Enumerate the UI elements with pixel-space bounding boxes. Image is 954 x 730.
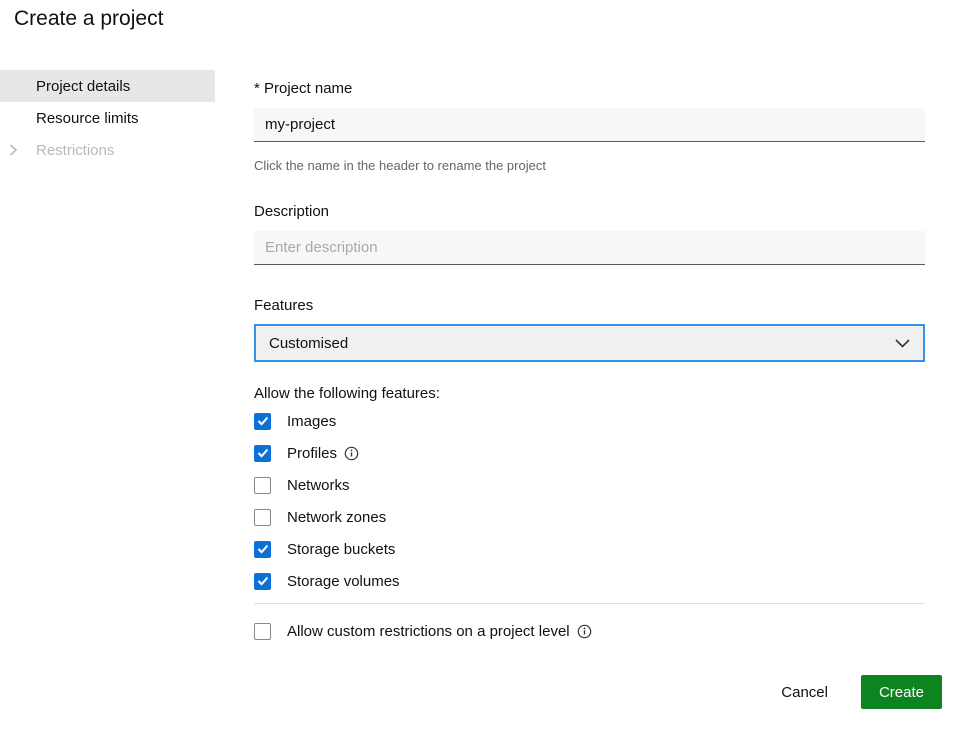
restrictions-checkbox-row[interactable]: Allow custom restrictions on a project l… xyxy=(254,615,925,647)
feature-checkbox[interactable] xyxy=(254,413,271,430)
info-icon[interactable] xyxy=(344,446,359,461)
project-name-input[interactable] xyxy=(254,108,925,142)
form-footer: Cancel Create xyxy=(254,675,942,709)
create-button[interactable]: Create xyxy=(861,675,942,709)
chevron-down-icon xyxy=(895,339,910,348)
page-title: Create a project xyxy=(0,0,954,32)
divider xyxy=(254,603,925,604)
project-name-help: Click the name in the header to rename t… xyxy=(254,158,925,174)
feature-checkbox-label: Storage buckets xyxy=(287,541,395,558)
feature-checkbox-row[interactable]: Storage buckets xyxy=(254,533,925,565)
feature-checkbox-row[interactable]: Images xyxy=(254,405,925,437)
feature-checkbox-label: Storage volumes xyxy=(287,573,400,590)
description-input[interactable] xyxy=(254,231,925,265)
description-label: Description xyxy=(254,202,925,222)
feature-checkbox-row[interactable]: Network zones xyxy=(254,501,925,533)
project-name-label: * Project name xyxy=(254,79,925,99)
nav-item-project-details[interactable]: Project details xyxy=(0,70,215,102)
features-select-value: Customised xyxy=(269,335,348,352)
feature-checkbox-label: Network zones xyxy=(287,509,386,526)
nav-item-label: Restrictions xyxy=(36,142,114,159)
feature-checkbox-row[interactable]: Profiles xyxy=(254,437,925,469)
cancel-button[interactable]: Cancel xyxy=(781,684,828,701)
project-form: * Project name Click the name in the hea… xyxy=(254,70,925,709)
feature-checkbox-label: Images xyxy=(287,413,336,430)
feature-checkbox-label: Networks xyxy=(287,477,350,494)
restrictions-checkbox[interactable] xyxy=(254,623,271,640)
feature-checkbox-list: Images Profiles Networks Network zones S… xyxy=(254,405,925,597)
chevron-right-icon xyxy=(9,144,18,156)
features-select[interactable]: Customised xyxy=(254,324,925,362)
info-icon[interactable] xyxy=(577,624,592,639)
nav-item-restrictions[interactable]: Restrictions xyxy=(0,134,215,166)
features-heading: Allow the following features: xyxy=(254,384,925,404)
feature-checkbox-label: Profiles xyxy=(287,445,337,462)
restrictions-checkbox-label: Allow custom restrictions on a project l… xyxy=(287,623,570,640)
feature-checkbox[interactable] xyxy=(254,573,271,590)
content: Project details Resource limits Restrict… xyxy=(0,70,954,709)
create-project-page: Create a project Project details Resourc… xyxy=(0,0,954,730)
nav-item-resource-limits[interactable]: Resource limits xyxy=(0,102,215,134)
feature-checkbox[interactable] xyxy=(254,541,271,558)
nav-item-label: Resource limits xyxy=(36,110,139,127)
form-nav: Project details Resource limits Restrict… xyxy=(0,70,254,709)
feature-checkbox-row[interactable]: Storage volumes xyxy=(254,565,925,597)
features-label: Features xyxy=(254,296,925,316)
feature-checkbox[interactable] xyxy=(254,477,271,494)
feature-checkbox-row[interactable]: Networks xyxy=(254,469,925,501)
nav-item-label: Project details xyxy=(36,78,130,95)
feature-checkbox[interactable] xyxy=(254,445,271,462)
feature-checkbox[interactable] xyxy=(254,509,271,526)
